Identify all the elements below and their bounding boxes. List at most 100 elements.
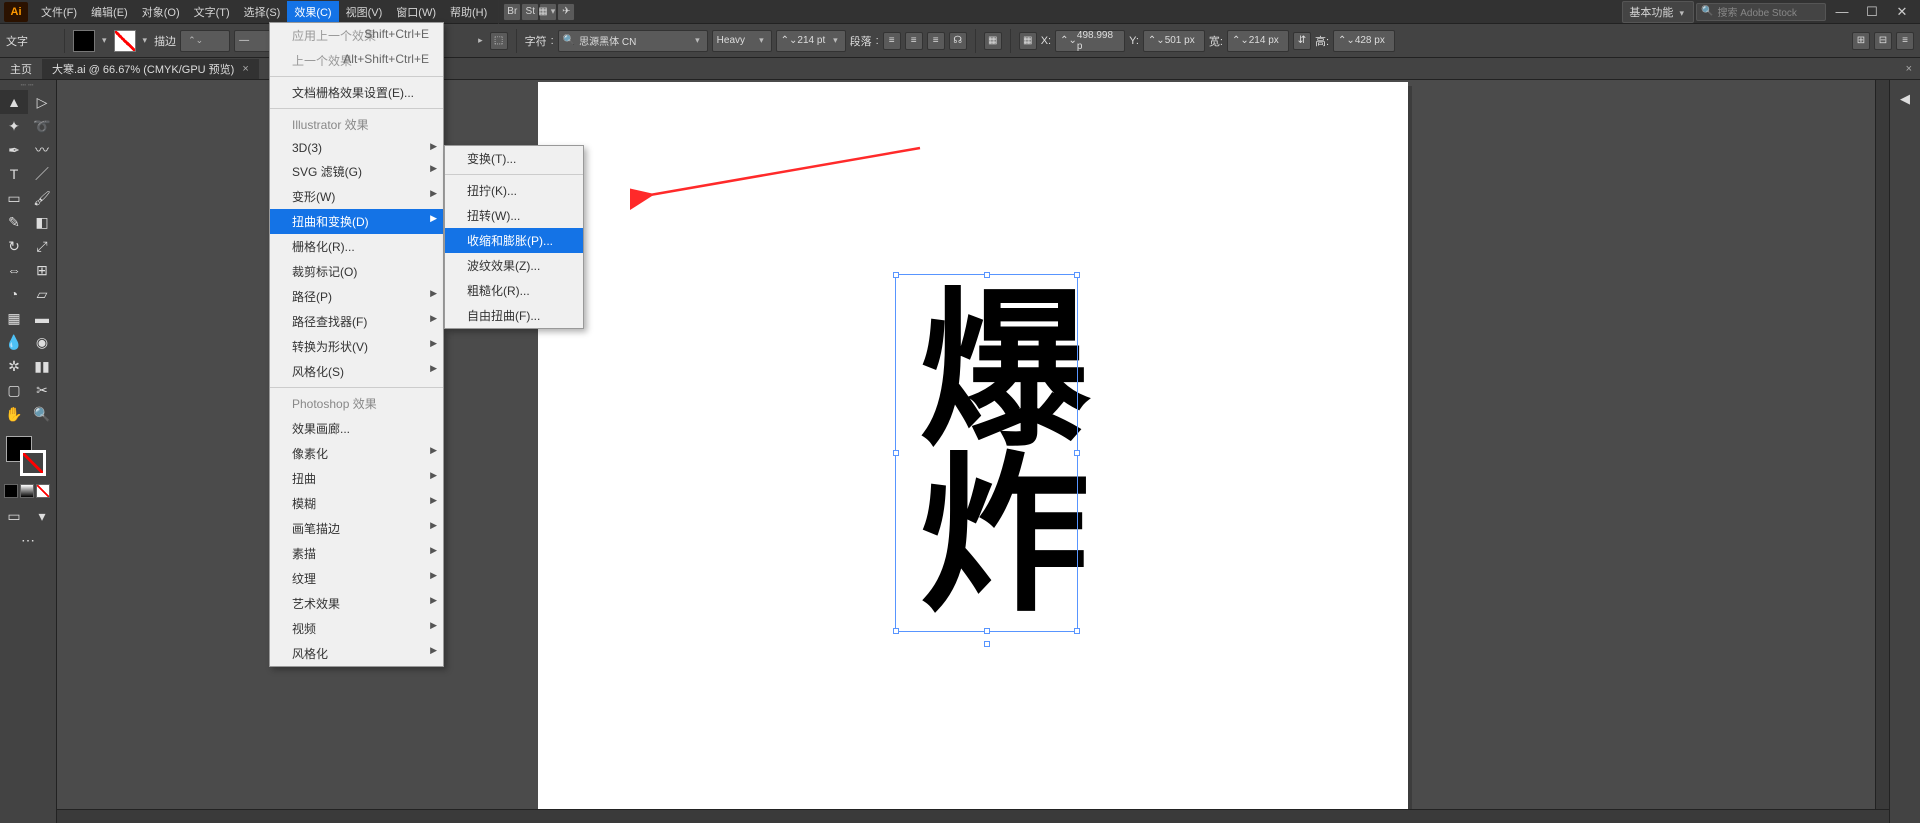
menu-apply-last-effect[interactable]: 应用上一个效果Shift+Ctrl+E: [270, 23, 443, 48]
menu-pixelate[interactable]: 像素化▶: [270, 441, 443, 466]
menu-3d[interactable]: 3D(3)▶: [270, 137, 443, 159]
menu-convert-shape[interactable]: 转换为形状(V)▶: [270, 334, 443, 359]
tabstrip-close[interactable]: ×: [1898, 61, 1920, 77]
menu-window[interactable]: 窗口(W): [389, 1, 443, 23]
menu-object[interactable]: 对象(O): [135, 1, 187, 23]
submenu-zigzag[interactable]: 波纹效果(Z)...: [445, 253, 583, 278]
artboard-tool[interactable]: ▢: [0, 378, 28, 402]
menu-effect-gallery[interactable]: 效果画廊...: [270, 416, 443, 441]
align-left-icon[interactable]: ≡: [883, 32, 901, 50]
gradient-tool[interactable]: ▬: [28, 306, 56, 330]
menu-doc-raster-settings[interactable]: 文档栅格效果设置(E)...: [270, 80, 443, 105]
menu-blur[interactable]: 模糊▶: [270, 491, 443, 516]
hand-tool[interactable]: ✋: [0, 402, 28, 426]
font-weight-input[interactable]: Heavy▾: [712, 30, 772, 52]
handle-bot-right[interactable]: [1074, 628, 1080, 634]
w-input[interactable]: ⌃⌄ 214 px: [1227, 30, 1289, 52]
submenu-pucker-bloat[interactable]: 收缩和膨胀(P)...: [445, 228, 583, 253]
pen-tool[interactable]: ✒: [0, 138, 28, 162]
document-tab-close[interactable]: ×: [242, 63, 248, 75]
submenu-twist[interactable]: 扭转(W)...: [445, 203, 583, 228]
selection-tool[interactable]: ▲: [0, 90, 28, 114]
direct-selection-tool[interactable]: ▷: [28, 90, 56, 114]
menu-video[interactable]: 视频▶: [270, 616, 443, 641]
menu-brush-strokes[interactable]: 画笔描边▶: [270, 516, 443, 541]
stock-icon[interactable]: St: [521, 3, 539, 21]
toolbox-grip[interactable]: ┄┄: [0, 80, 56, 90]
fill-stroke-indicator[interactable]: [0, 432, 57, 482]
align-icon[interactable]: ⬚: [490, 32, 508, 50]
perspective-tool[interactable]: ▱: [28, 282, 56, 306]
graph-tool[interactable]: ▮▮: [28, 354, 56, 378]
handle-mid-left[interactable]: [893, 450, 899, 456]
scale-tool[interactable]: ⤢: [28, 234, 56, 258]
submenu-transform[interactable]: 变换(T)...: [445, 146, 583, 171]
rectangle-tool[interactable]: ▭: [0, 186, 28, 210]
slice-tool[interactable]: ✂: [28, 378, 56, 402]
submenu-free-distort[interactable]: 自由扭曲(F)...: [445, 303, 583, 328]
menu-sketch[interactable]: 素描▶: [270, 541, 443, 566]
window-maximize[interactable]: ☐: [1858, 4, 1886, 20]
window-minimize[interactable]: —: [1828, 4, 1856, 19]
stroke-indicator[interactable]: [20, 450, 46, 476]
handle-top-left[interactable]: [893, 272, 899, 278]
menu-type[interactable]: 文字(T): [187, 1, 237, 23]
search-stock-input[interactable]: 🔍 搜索 Adobe Stock: [1696, 3, 1826, 21]
shaper-tool[interactable]: ✎: [0, 210, 28, 234]
align-right-icon[interactable]: ≡: [927, 32, 945, 50]
x-input[interactable]: ⌃⌄ 498.998 p: [1055, 30, 1125, 52]
magic-wand-tool[interactable]: ✦: [0, 114, 28, 138]
artboard[interactable]: 爆炸: [538, 82, 1408, 822]
scrollbar-horizontal[interactable]: [57, 809, 1889, 823]
menu-crop-marks[interactable]: 裁剪标记(O): [270, 259, 443, 284]
home-tab[interactable]: 主页: [0, 59, 42, 79]
submenu-tweak[interactable]: 扭拧(K)...: [445, 178, 583, 203]
bridge-icon[interactable]: Br: [503, 3, 521, 21]
color-mode-solid[interactable]: [4, 484, 18, 498]
menu-path[interactable]: 路径(P)▶: [270, 284, 443, 309]
handle-bot-mid[interactable]: [984, 628, 990, 634]
font-family-input[interactable]: 🔍 思源黑体 CN▾: [558, 30, 708, 52]
eyedropper-tool[interactable]: 💧: [0, 330, 28, 354]
menu-help[interactable]: 帮助(H): [443, 1, 494, 23]
blend-tool[interactable]: ◉: [28, 330, 56, 354]
y-input[interactable]: ⌃⌄ 501 px: [1143, 30, 1205, 52]
color-mode-none[interactable]: [36, 484, 50, 498]
document-tab[interactable]: 大寒.ai @ 66.67% (CMYK/GPU 预览) ×: [42, 59, 259, 79]
color-mode-gradient[interactable]: [20, 484, 34, 498]
submenu-roughen[interactable]: 粗糙化(R)...: [445, 278, 583, 303]
mesh-tool[interactable]: ▦: [0, 306, 28, 330]
lasso-tool[interactable]: ➰: [28, 114, 56, 138]
menu-svg-filters[interactable]: SVG 滤镜(G)▶: [270, 159, 443, 184]
menu-file[interactable]: 文件(F): [34, 1, 84, 23]
workspace-switcher[interactable]: 基本功能 ▾: [1622, 1, 1694, 23]
eraser-tool[interactable]: ◧: [28, 210, 56, 234]
link-wh-icon[interactable]: ⇵: [1293, 32, 1311, 50]
symbol-sprayer-tool[interactable]: ✲: [0, 354, 28, 378]
paintbrush-tool[interactable]: 🖌: [28, 186, 56, 210]
transform-ref-icon[interactable]: ▦: [1019, 32, 1037, 50]
menu-view[interactable]: 视图(V): [339, 1, 390, 23]
handle-top-right[interactable]: [1074, 272, 1080, 278]
stroke-weight-input[interactable]: ⌃⌄: [180, 30, 230, 52]
menu-pathfinder[interactable]: 路径查找器(F)▶: [270, 309, 443, 334]
width-tool[interactable]: ⇔: [0, 258, 28, 282]
line-tool[interactable]: ／: [28, 162, 56, 186]
curvature-tool[interactable]: 〰: [28, 138, 56, 162]
handle-bot-left[interactable]: [893, 628, 899, 634]
screen-mode-normal[interactable]: ▭: [0, 504, 28, 528]
menu-texture[interactable]: 纹理▶: [270, 566, 443, 591]
dock-expand-icon[interactable]: ◀: [1890, 86, 1920, 112]
menu-stylize-ai[interactable]: 风格化(S)▶: [270, 359, 443, 384]
selection-bounds[interactable]: [895, 274, 1078, 632]
handle-top-mid[interactable]: [984, 272, 990, 278]
rotate-tool[interactable]: ↻: [0, 234, 28, 258]
menu-icon[interactable]: ≡: [1896, 32, 1914, 50]
fill-swatch[interactable]: [73, 30, 95, 52]
menu-effect[interactable]: 效果(C): [287, 1, 338, 23]
arrange-docs-icon[interactable]: ▦▾: [539, 3, 557, 21]
align-panel-icon[interactable]: ▦: [984, 32, 1002, 50]
screen-mode-menu[interactable]: ▾: [28, 504, 56, 528]
snap-icon[interactable]: ⊟: [1874, 32, 1892, 50]
menu-rasterize[interactable]: 栅格化(R)...: [270, 234, 443, 259]
